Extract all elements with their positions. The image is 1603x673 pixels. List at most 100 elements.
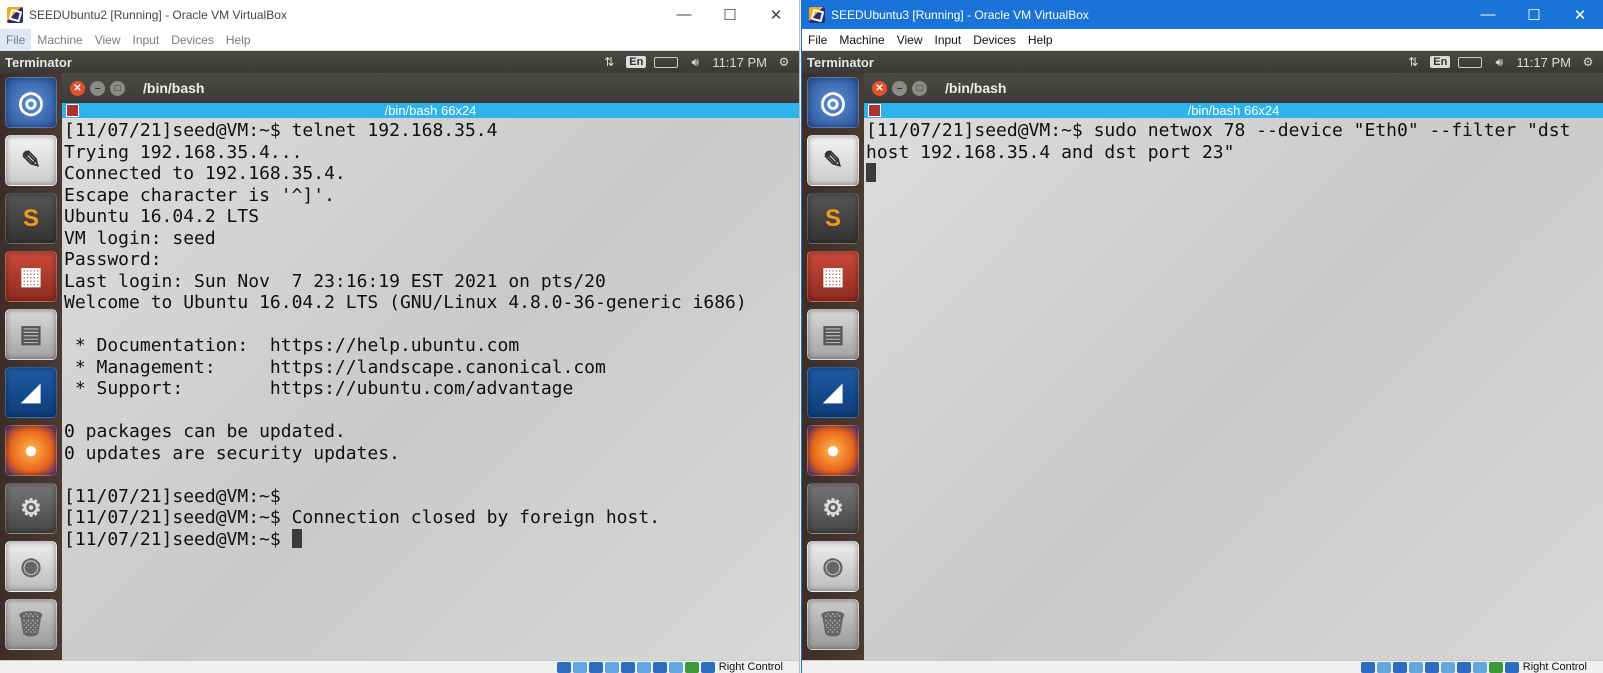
hard-disk-icon[interactable] [1360, 661, 1375, 673]
menu-devices[interactable]: Devices [967, 29, 1022, 51]
window-titlebar[interactable]: SEEDUbuntu3 [Running] - Oracle VM Virtua… [802, 0, 1603, 29]
dvd-icon[interactable]: ◉ [5, 541, 57, 592]
mouse-integration-icon[interactable] [700, 661, 715, 673]
virtualbox-statusbar: Right Control [0, 660, 799, 673]
menu-file[interactable]: File [802, 29, 833, 51]
ubuntu-dash-icon[interactable]: ◎ [807, 77, 859, 128]
shared-folders-icon[interactable] [1440, 661, 1455, 673]
guest-screen[interactable]: Terminator ⇅ En 🔊︎ 11:17 PM ⚙ ◎ ✎ S ▦ ▤ … [0, 51, 799, 660]
virtualbox-statusbar: Right Control [802, 660, 1603, 673]
terminal-output[interactable]: [11/07/21]seed@VM:~$ sudo netwox 78 --de… [864, 118, 1603, 660]
gear-icon[interactable]: ⚙ [1579, 55, 1597, 69]
text-editor-icon[interactable]: ✎ [807, 135, 859, 186]
clock[interactable]: 11:17 PM [712, 55, 767, 70]
recording-icon[interactable] [668, 661, 683, 673]
minimize-button[interactable]: — [661, 0, 707, 29]
maximize-button[interactable]: ☐ [707, 0, 753, 29]
display-icon[interactable] [1456, 661, 1471, 673]
network-adapter-icon[interactable] [1408, 661, 1423, 673]
virtualbox-window-seedubuntu2[interactable]: SEEDUbuntu2 [Running] - Oracle VM Virtua… [0, 0, 800, 673]
terminator-icon[interactable]: ▦ [807, 251, 859, 302]
network-adapter-icon[interactable] [604, 661, 619, 673]
system-settings-icon[interactable]: ⚙ [5, 483, 57, 534]
clock[interactable]: 11:17 PM [1516, 55, 1571, 70]
terminator-window[interactable]: ✕ – □ /bin/bash /bin/bash 66x24 [11/07/2… [62, 73, 799, 660]
close-button[interactable]: ✕ [753, 0, 799, 29]
terminator-icon[interactable]: ▦ [5, 251, 57, 302]
terminal-cursor [866, 163, 876, 182]
maximize-button[interactable]: ☐ [1511, 0, 1557, 29]
statusbar-device-icons [556, 661, 715, 673]
terminal-minimize-button[interactable]: – [892, 80, 907, 96]
terminal-close-button[interactable]: ✕ [872, 80, 887, 96]
usb-icon[interactable] [1424, 661, 1439, 673]
display-icon[interactable] [652, 661, 667, 673]
usb-icon[interactable] [620, 661, 635, 673]
menu-machine[interactable]: Machine [31, 29, 88, 51]
terminal-output[interactable]: [11/07/21]seed@VM:~$ telnet 192.168.35.4… [62, 118, 799, 660]
terminal-line: Connected to 192.168.35.4. [64, 163, 346, 184]
window-title: SEEDUbuntu3 [Running] - Oracle VM Virtua… [831, 7, 1089, 22]
virtualbox-window-seedubuntu3[interactable]: SEEDUbuntu3 [Running] - Oracle VM Virtua… [801, 0, 1603, 673]
text-editor-icon[interactable]: ✎ [5, 135, 57, 186]
files-icon[interactable]: ▤ [5, 309, 57, 360]
terminal-maximize-button[interactable]: □ [110, 80, 125, 96]
battery-icon[interactable] [1458, 56, 1483, 68]
terminal-close-button[interactable]: ✕ [70, 80, 85, 96]
files-icon[interactable]: ▤ [807, 309, 859, 360]
optical-drive-icon[interactable] [572, 661, 587, 673]
sublime-text-icon[interactable]: S [807, 193, 859, 244]
gear-icon[interactable]: ⚙ [775, 55, 793, 69]
menu-file[interactable]: File [0, 28, 32, 51]
menu-devices[interactable]: Devices [165, 29, 220, 51]
trash-icon[interactable]: 🗑︎ [5, 599, 57, 650]
system-settings-icon[interactable]: ⚙ [807, 483, 859, 534]
mouse-integration-icon[interactable] [1504, 661, 1519, 673]
host-key-label: Right Control [1522, 661, 1587, 673]
sublime-text-icon[interactable]: S [5, 193, 57, 244]
window-titlebar[interactable]: SEEDUbuntu2 [Running] - Oracle VM Virtua… [0, 0, 799, 29]
volume-icon[interactable]: 🔊︎ [1490, 55, 1508, 70]
terminal-line [866, 163, 1601, 185]
audio-icon[interactable] [588, 661, 603, 673]
cpu-icon[interactable] [1488, 661, 1503, 673]
terminal-minimize-button[interactable]: – [90, 80, 105, 96]
cpu-icon[interactable] [684, 661, 699, 673]
dvd-icon[interactable]: ◉ [807, 541, 859, 592]
battery-icon[interactable] [654, 56, 679, 68]
network-icon[interactable]: ⇅ [1404, 55, 1422, 69]
firefox-icon[interactable]: ● [807, 425, 859, 476]
audio-icon[interactable] [1392, 661, 1407, 673]
shared-folders-icon[interactable] [636, 661, 651, 673]
host-key-label: Right Control [718, 661, 783, 673]
menu-view[interactable]: View [891, 29, 929, 51]
wireshark-icon[interactable]: ◢ [807, 367, 859, 418]
menu-machine[interactable]: Machine [833, 29, 890, 51]
terminal-maximize-button[interactable]: □ [912, 80, 927, 96]
ubuntu-dash-icon[interactable]: ◎ [5, 77, 57, 128]
terminator-grid-icon[interactable] [868, 104, 881, 117]
keyboard-layout-indicator[interactable]: En [626, 56, 647, 68]
firefox-icon[interactable]: ● [5, 425, 57, 476]
trash-icon[interactable]: 🗑︎ [807, 599, 859, 650]
terminator-grid-icon[interactable] [66, 104, 79, 117]
guest-screen[interactable]: Terminator ⇅ En 🔊︎ 11:17 PM ⚙ ◎ ✎ S ▦ ▤ … [802, 51, 1603, 660]
close-button[interactable]: ✕ [1557, 0, 1603, 29]
volume-icon[interactable]: 🔊︎ [686, 55, 704, 70]
terminal-titlebar[interactable]: ✕ – □ /bin/bash [62, 73, 799, 103]
menu-view[interactable]: View [89, 29, 127, 51]
menu-input[interactable]: Input [929, 29, 968, 51]
minimize-button[interactable]: — [1465, 0, 1511, 29]
terminal-titlebar[interactable]: ✕ – □ /bin/bash [864, 73, 1603, 103]
menu-help[interactable]: Help [220, 29, 257, 51]
wireshark-icon[interactable]: ◢ [5, 367, 57, 418]
menu-input[interactable]: Input [127, 29, 166, 51]
menu-help[interactable]: Help [1022, 29, 1059, 51]
optical-drive-icon[interactable] [1376, 661, 1391, 673]
hard-disk-icon[interactable] [556, 661, 571, 673]
network-icon[interactable]: ⇅ [600, 55, 618, 69]
terminator-window[interactable]: ✕ – □ /bin/bash /bin/bash 66x24 [11/07/2… [864, 73, 1603, 660]
unity-launcher: ◎ ✎ S ▦ ▤ ◢ ● ⚙ ◉ 🗑︎ [802, 73, 864, 660]
keyboard-layout-indicator[interactable]: En [1430, 56, 1451, 68]
recording-icon[interactable] [1472, 661, 1487, 673]
